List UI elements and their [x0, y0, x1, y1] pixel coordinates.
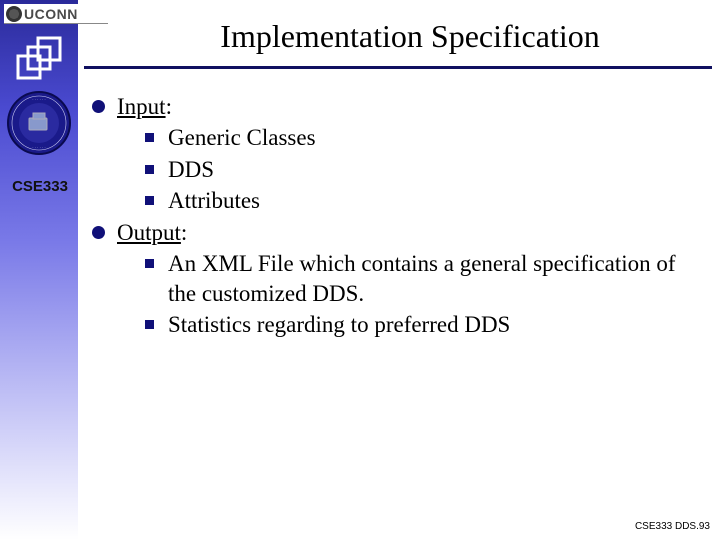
svg-text:· · · · · ·: · · · · · ·	[32, 97, 46, 102]
sub-item-text: An XML File which contains a general spe…	[168, 249, 702, 308]
bullet-heading: Input:	[117, 92, 702, 121]
department-seal-icon: · · · · · · · · · · · ·	[6, 90, 72, 156]
square-bullet-icon	[145, 165, 154, 174]
windows-stack-icon	[14, 34, 64, 84]
slide-title: Implementation Specification	[120, 18, 700, 55]
disc-bullet-icon	[92, 100, 105, 113]
sub-item: DDS	[145, 155, 702, 184]
course-code: CSE333	[4, 178, 76, 195]
uconn-logo: UCONN	[4, 4, 108, 24]
disc-bullet-icon	[92, 226, 105, 239]
bullet-item-output: Output: An XML File which contains a gen…	[92, 218, 702, 340]
square-bullet-icon	[145, 259, 154, 268]
bullet-heading: Output:	[117, 218, 702, 247]
square-bullet-icon	[145, 320, 154, 329]
square-bullet-icon	[145, 133, 154, 142]
slide-content: Input: Generic Classes DDS Attributes Ou…	[92, 90, 702, 340]
uconn-seal-icon	[6, 6, 22, 22]
sub-item-text: Attributes	[168, 186, 702, 215]
sub-item: An XML File which contains a general spe…	[145, 249, 702, 308]
svg-text:· · · · · ·: · · · · · ·	[32, 145, 46, 150]
sub-item: Attributes	[145, 186, 702, 215]
sub-item: Generic Classes	[145, 123, 702, 152]
title-underline	[84, 66, 712, 69]
slide-footer: CSE333 DDS.93	[635, 521, 710, 532]
bullet-item-input: Input: Generic Classes DDS Attributes	[92, 92, 702, 216]
square-bullet-icon	[145, 196, 154, 205]
sub-item-text: Generic Classes	[168, 123, 702, 152]
sub-item: Statistics regarding to preferred DDS	[145, 310, 702, 339]
sub-item-text: Statistics regarding to preferred DDS	[168, 310, 702, 339]
sub-item-text: DDS	[168, 155, 702, 184]
uconn-wordmark: UCONN	[24, 6, 78, 22]
